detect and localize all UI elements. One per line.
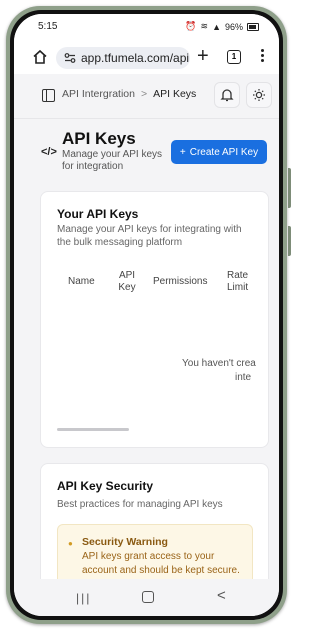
site-settings-icon[interactable] xyxy=(64,52,76,64)
back-icon[interactable]: < xyxy=(217,587,226,604)
column-header-name: Name xyxy=(68,276,95,287)
api-keys-card-title: Your API Keys xyxy=(57,207,139,221)
column-header-permissions: Permissions xyxy=(153,276,208,287)
more-menu-icon[interactable] xyxy=(260,49,264,64)
create-api-key-label: Create API Key xyxy=(189,146,259,158)
home-icon[interactable] xyxy=(32,49,48,65)
status-bar: 5:15 ⏰ ≋ ▲ 96% xyxy=(14,14,279,40)
screen: 5:15 ⏰ ≋ ▲ 96% app.tfumela.com/api + 1 A… xyxy=(14,14,279,616)
security-card-title: API Key Security xyxy=(57,479,154,493)
warning-body: API keys grant access to your account an… xyxy=(82,551,240,576)
empty-state-line-2: inte xyxy=(235,372,252,383)
warning-title: Security Warning xyxy=(82,536,168,548)
tab-switcher-button[interactable]: 1 xyxy=(227,50,241,64)
top-nav: API Intergration > API Keys xyxy=(14,74,279,119)
column-header-api-key: API Key xyxy=(118,270,136,293)
plus-icon: + xyxy=(179,146,186,158)
api-keys-card: Your API Keys Manage your API keys for i… xyxy=(40,191,269,448)
notifications-button[interactable] xyxy=(214,82,240,108)
status-icons: ⏰ ≋ ▲ 96% xyxy=(185,21,259,32)
address-bar[interactable]: app.tfumela.com/api xyxy=(56,47,190,69)
new-tab-icon[interactable]: + xyxy=(197,45,209,67)
empty-state-text: You haven't crea inte xyxy=(182,357,256,385)
breadcrumb-parent[interactable]: API Intergration xyxy=(62,88,135,100)
security-card-description: Best practices for managing API keys xyxy=(57,499,223,510)
security-warning-box: ● Security Warning API keys grant access… xyxy=(57,524,253,579)
empty-state-line-1: You haven't crea xyxy=(182,358,256,369)
status-time: 5:15 xyxy=(38,21,58,32)
sun-icon xyxy=(253,89,265,101)
bell-icon xyxy=(220,89,234,102)
battery-icon xyxy=(247,22,259,31)
page-subtitle: Manage your API keys for integration xyxy=(62,149,163,172)
breadcrumb-current: API Keys xyxy=(153,88,197,100)
breadcrumb-separator: > xyxy=(140,88,148,100)
signal-icon: ▲ xyxy=(212,21,221,32)
browser-toolbar: app.tfumela.com/api + 1 xyxy=(14,40,279,75)
wifi-icon: ≋ xyxy=(200,21,209,31)
power-button xyxy=(288,226,291,256)
column-header-rate-limit: Rate Limit xyxy=(227,270,249,293)
warning-bullet-icon: ● xyxy=(68,539,73,548)
code-icon: </> xyxy=(41,146,57,158)
home-button-icon[interactable] xyxy=(142,591,154,603)
sidebar-toggle-icon[interactable] xyxy=(42,89,55,102)
volume-button xyxy=(288,168,291,208)
url-text: app.tfumela.com/api xyxy=(81,51,190,65)
battery-percent: 96% xyxy=(224,21,243,32)
breadcrumb: API Intergration > API Keys xyxy=(62,88,196,100)
app-content: API Intergration > API Keys </> API Keys… xyxy=(14,74,279,579)
recent-apps-icon[interactable]: ||| xyxy=(76,591,91,605)
page-title: API Keys xyxy=(62,129,136,148)
api-keys-card-description: Manage your API keys for integrating wit… xyxy=(57,224,242,248)
horizontal-scrollbar[interactable] xyxy=(57,428,129,431)
alarm-icon: ⏰ xyxy=(185,21,197,31)
phone-frame: 5:15 ⏰ ≋ ▲ 96% app.tfumela.com/api + 1 A… xyxy=(6,6,287,624)
theme-toggle-button[interactable] xyxy=(246,82,272,108)
api-key-security-card: API Key Security Best practices for mana… xyxy=(40,463,269,579)
create-api-key-button[interactable]: + Create API Key xyxy=(171,140,267,164)
system-navigation-bar: ||| < xyxy=(14,579,279,616)
